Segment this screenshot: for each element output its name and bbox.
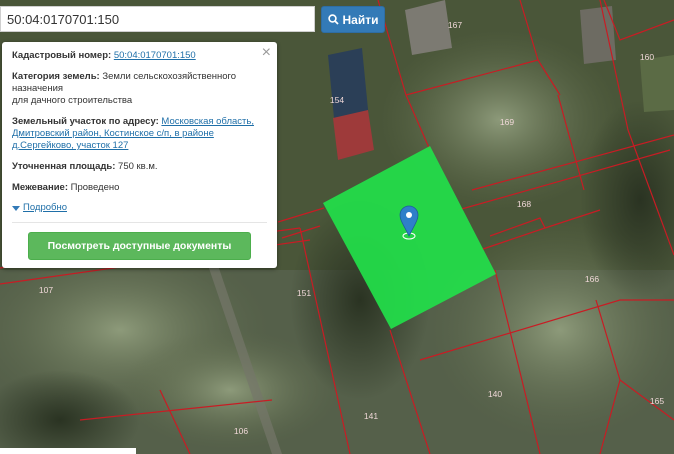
- area-value: 750 кв.м.: [118, 161, 158, 172]
- cadastral-link[interactable]: 50:04:0170701:150: [114, 50, 196, 61]
- close-icon[interactable]: ×: [262, 44, 271, 62]
- parcel-number-label: 140: [488, 389, 502, 399]
- address-link-3[interactable]: д.Сергейково, участок 127: [12, 140, 128, 151]
- cadastral-row: Кадастровый номер: 50:04:0170701:150: [12, 50, 267, 62]
- area-label: Уточненная площадь:: [12, 161, 116, 172]
- parcel-number-label: 154: [330, 95, 344, 105]
- category-value-2: назначения: [12, 83, 64, 94]
- search-icon: [327, 14, 339, 25]
- category-value-3: для дачного строительства: [12, 95, 133, 106]
- details-toggle[interactable]: Подробно: [12, 202, 267, 214]
- cadastral-label: Кадастровый номер:: [12, 50, 112, 61]
- survey-row: Межевание: Проведено: [12, 182, 267, 194]
- category-row: Категория земель: Земли сельскохозяйстве…: [12, 71, 267, 107]
- caret-down-icon: [12, 205, 20, 211]
- category-value-1: Земли сельскохозяйственного: [102, 71, 237, 82]
- address-link-1[interactable]: Московская область,: [161, 116, 254, 127]
- parcel-number-label: 165: [650, 396, 664, 406]
- parcel-number-label: 166: [585, 274, 599, 284]
- parcel-number-label: 160: [640, 52, 654, 62]
- parcel-number-label: 168: [517, 199, 531, 209]
- survey-label: Межевание:: [12, 182, 68, 193]
- map-bottom-overlay: [0, 448, 136, 454]
- view-documents-button[interactable]: Посмотреть доступные документы: [28, 232, 251, 260]
- address-row: Земельный участок по адресу: Московская …: [12, 116, 267, 152]
- search-button-label: Найти: [342, 12, 379, 27]
- search-input[interactable]: [1, 7, 314, 31]
- area-row: Уточненная площадь: 750 кв.м.: [12, 161, 267, 173]
- search-button[interactable]: Найти: [321, 6, 385, 33]
- details-link[interactable]: Подробно: [23, 202, 67, 214]
- parcel-info-popup: × Кадастровый номер: 50:04:0170701:150 К…: [2, 42, 277, 268]
- parcel-number-label: 107: [39, 285, 53, 295]
- divider: [12, 222, 267, 223]
- parcel-number-label: 169: [500, 117, 514, 127]
- parcel-number-label: 167: [448, 20, 462, 30]
- survey-value: Проведено: [70, 182, 120, 193]
- category-label: Категория земель:: [12, 71, 100, 82]
- parcel-number-label: 151: [297, 288, 311, 298]
- address-label: Земельный участок по адресу:: [12, 116, 159, 127]
- search-box: [0, 6, 315, 32]
- parcel-number-label: 141: [364, 411, 378, 421]
- address-link-2[interactable]: Дмитровский район, Костинское с/п, в рай…: [12, 128, 214, 139]
- parcel-number-label: 106: [234, 426, 248, 436]
